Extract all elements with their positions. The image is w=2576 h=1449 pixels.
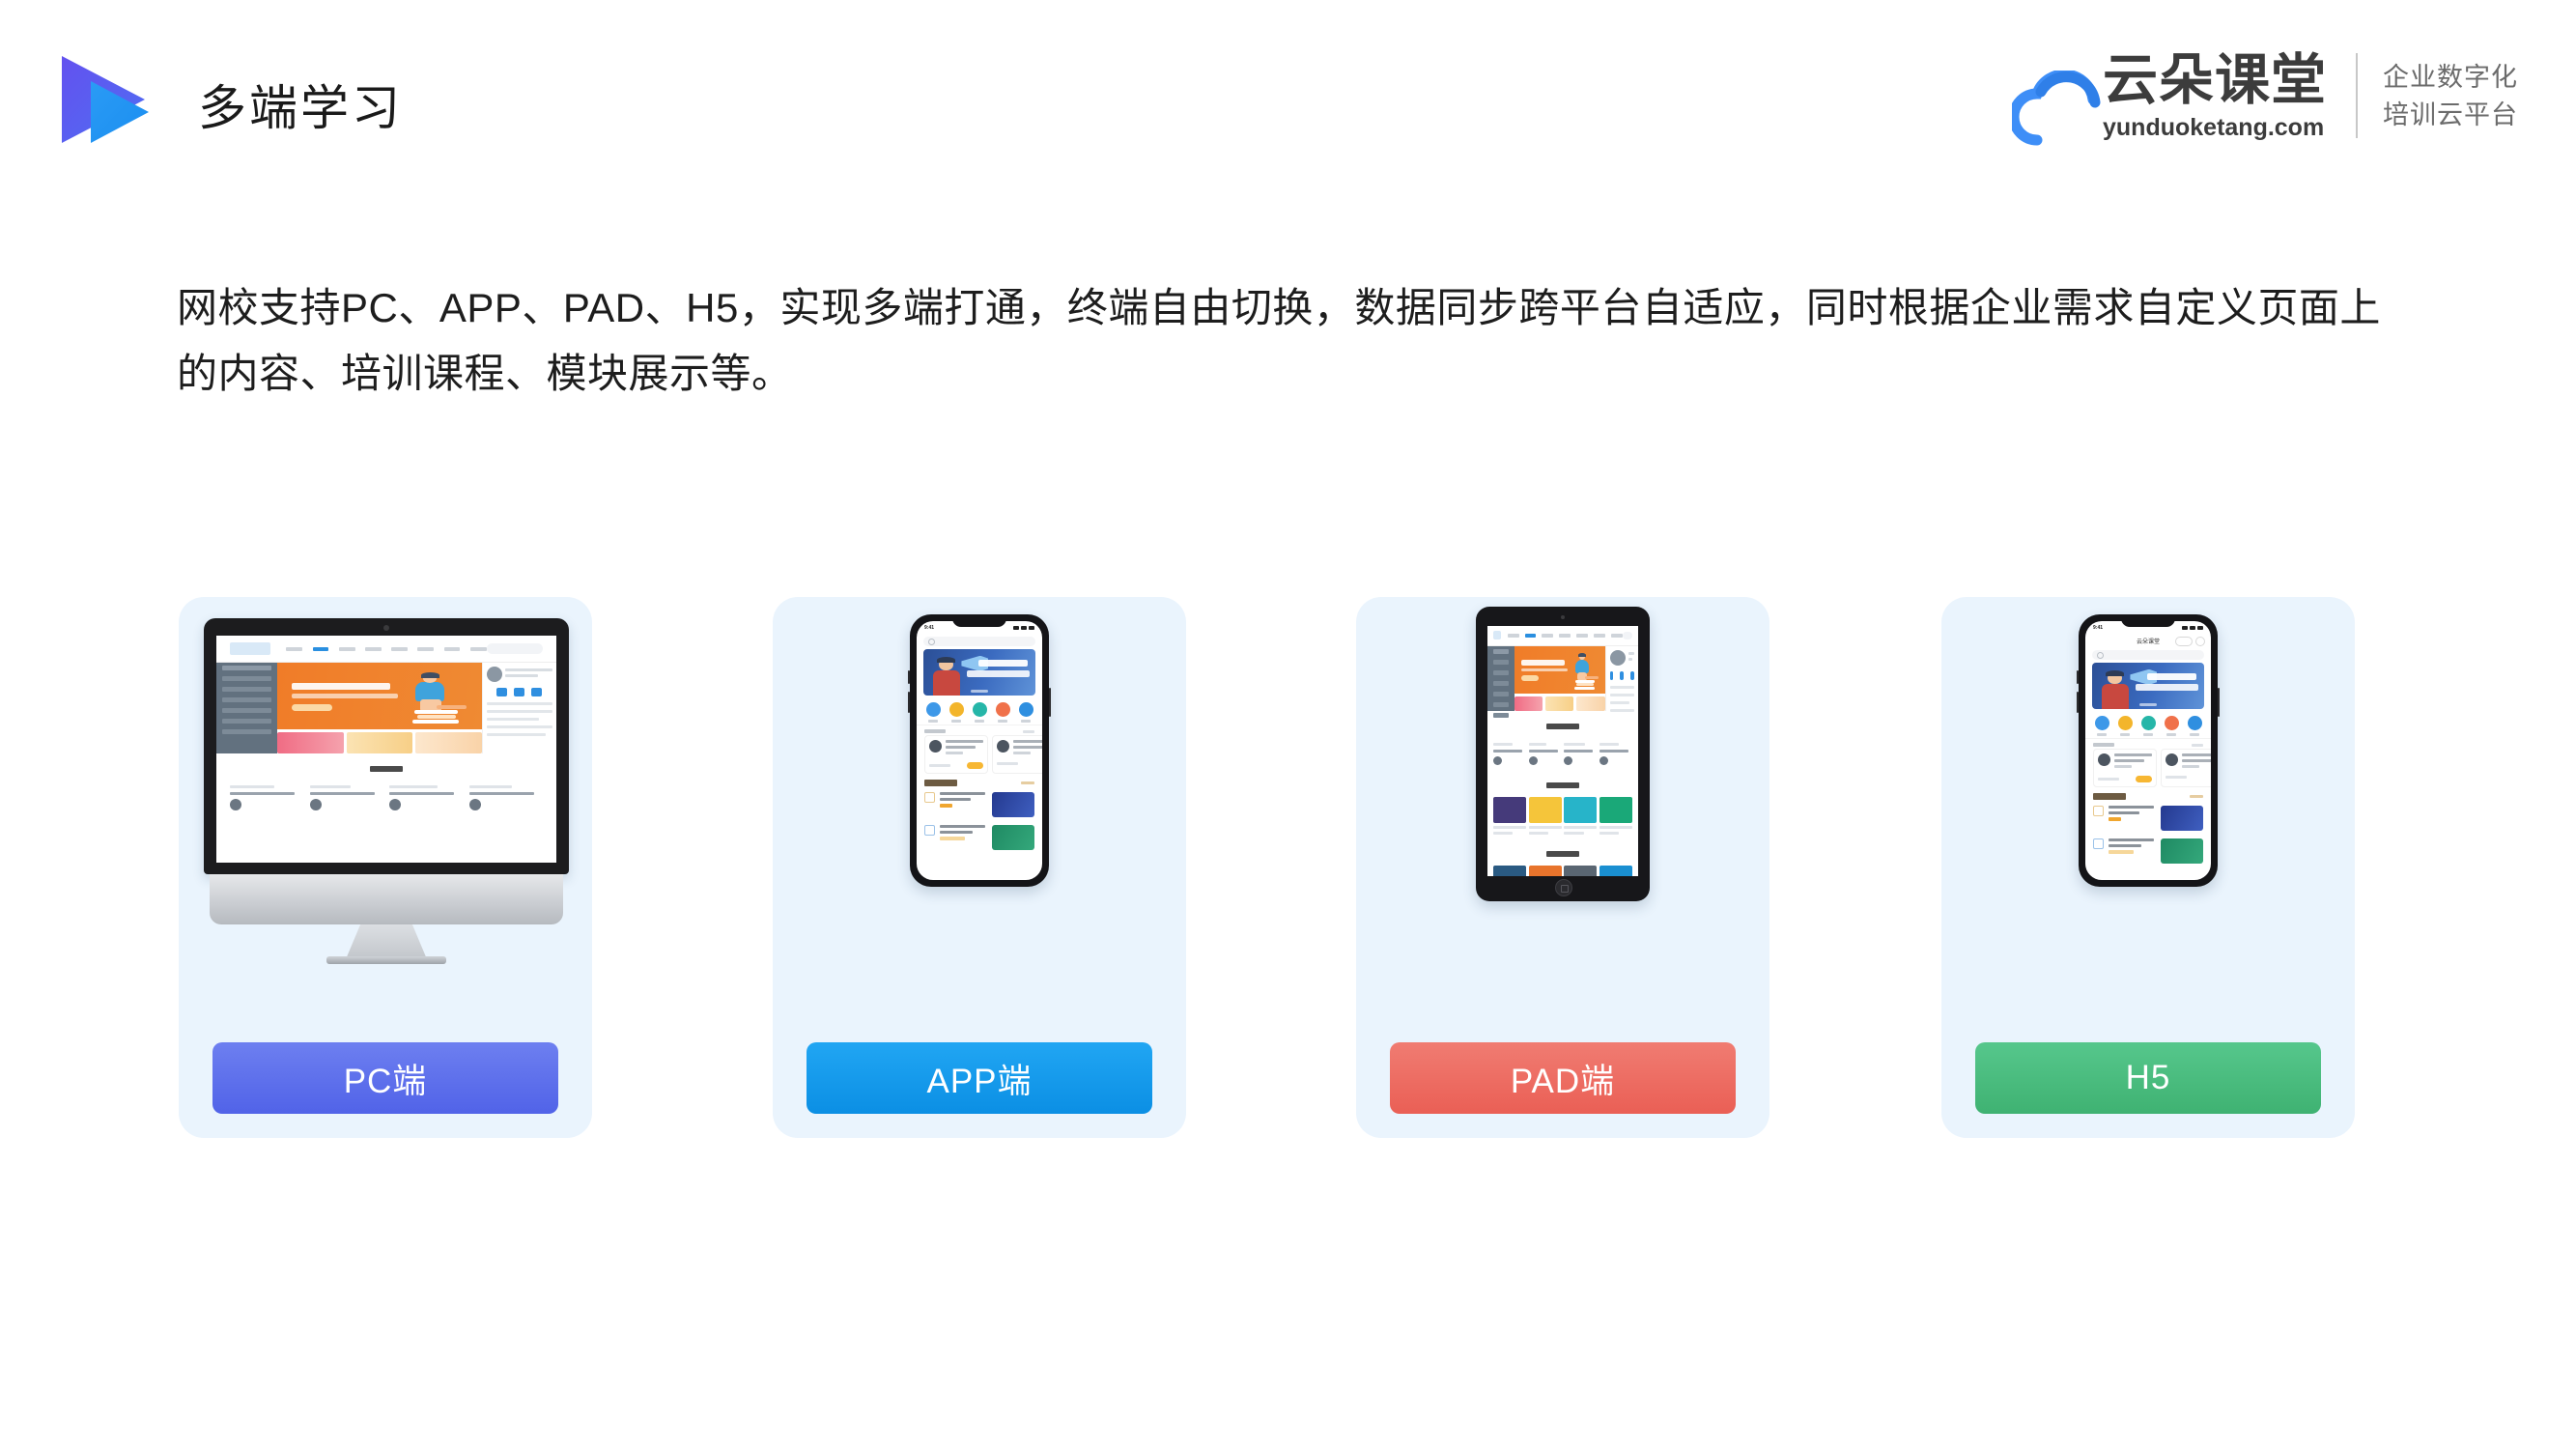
site-promo-banners	[277, 729, 482, 754]
h5-mini-header: 云朵课堂	[2085, 634, 2211, 647]
device-cards-row: PC端 9:41 APP端 PAD端 9:41 云朵课堂 H5	[0, 597, 2576, 1138]
brand-divider	[2356, 52, 2358, 138]
desktop-monitor-mockup	[179, 597, 592, 1032]
monitor-stand	[346, 924, 427, 959]
site-right-panel	[1604, 645, 1638, 712]
page-header: 多端学习 云朵课堂 yunduoketang.com 企业数字化 培训云平台	[0, 0, 2576, 184]
card-app[interactable]: 9:41 APP端	[773, 597, 1186, 1138]
intro-paragraph: 网校支持PC、APP、PAD、H5，实现多端打通，终端自由切换，数据同步跨平台自…	[177, 285, 2381, 397]
app-category-icons[interactable]	[917, 697, 1042, 724]
site-course-strip	[216, 781, 556, 815]
h5-category-icons[interactable]	[2085, 711, 2211, 738]
play-triangle-logo-icon	[56, 44, 162, 146]
site-course-tiles	[1487, 866, 1638, 876]
page-title: 多端学习	[198, 81, 403, 135]
site-search-box	[486, 642, 543, 655]
site-section-open-class	[1487, 711, 1638, 738]
label-button-pc[interactable]: PC端	[212, 1042, 558, 1114]
h5-search-bar[interactable]	[2092, 650, 2204, 660]
site-promo-banners	[1514, 694, 1605, 712]
site-hero-banner	[1514, 645, 1605, 694]
site-course-strip	[1487, 738, 1638, 770]
site-section-open-class	[216, 753, 556, 781]
label-button-app[interactable]: APP端	[807, 1042, 1152, 1114]
tablet-mockup	[1356, 597, 1769, 1032]
card-h5[interactable]: 9:41 云朵课堂 H5	[1941, 597, 2355, 1138]
monitor-chin	[210, 874, 563, 924]
label-button-h5[interactable]: H5	[1975, 1042, 2321, 1114]
phone-notch	[952, 614, 1006, 627]
site-hero-banner	[277, 663, 482, 729]
wechat-capsule-buttons[interactable]	[2175, 637, 2205, 646]
app-open-class-cards	[917, 735, 1042, 774]
h5-section-open-class	[2085, 738, 2211, 749]
app-course-item	[917, 788, 1042, 821]
site-logo	[1493, 631, 1501, 640]
status-time: 9:41	[2093, 624, 2104, 631]
smartphone-mockup-app: 9:41	[773, 597, 1186, 1032]
app-section-open-class	[917, 724, 1042, 735]
h5-banner	[2092, 663, 2204, 709]
webcam-icon	[383, 625, 389, 631]
tablet-camera-icon	[1561, 615, 1565, 619]
h5-open-class-cards	[2085, 749, 2211, 787]
card-pad[interactable]: PAD端	[1356, 597, 1769, 1138]
site-section-courses	[1487, 838, 1638, 866]
site-sidebar	[216, 663, 278, 754]
site-search-box	[1622, 631, 1632, 639]
app-banner	[923, 649, 1035, 696]
smartphone-mockup-h5: 9:41 云朵课堂	[1941, 597, 2355, 1032]
brand-tagline-1: 企业数字化	[2383, 63, 2518, 93]
h5-course-item	[2085, 802, 2211, 835]
monitor-base	[326, 956, 446, 964]
app-search-bar[interactable]	[923, 637, 1035, 646]
app-course-item	[917, 821, 1042, 854]
label-button-pad[interactable]: PAD端	[1390, 1042, 1736, 1114]
brand-name-en: yunduoketang.com	[2103, 113, 2325, 141]
h5-section-recommended	[2085, 787, 2211, 802]
site-section-recommended	[1487, 770, 1638, 797]
cloud-icon	[2008, 69, 2101, 146]
tablet-home-button[interactable]	[1555, 879, 1572, 896]
mini-program-title: 云朵课堂	[2136, 639, 2160, 645]
status-time: 9:41	[924, 624, 935, 631]
card-pc[interactable]: PC端	[179, 597, 592, 1138]
brand-name-cn: 云朵课堂	[2103, 48, 2327, 111]
site-nav-items	[1507, 633, 1623, 638]
brand-tagline-2: 培训云平台	[2383, 99, 2518, 129]
h5-course-item	[2085, 835, 2211, 867]
site-recommended-tiles	[1487, 797, 1638, 838]
brand-block: 云朵课堂 yunduoketang.com 企业数字化 培训云平台	[2008, 46, 2518, 148]
site-nav-items	[286, 646, 487, 651]
phone-notch	[2121, 614, 2175, 627]
site-logo	[230, 642, 271, 655]
site-sidebar	[1487, 645, 1515, 718]
site-right-panel	[481, 663, 556, 754]
app-section-recommended	[917, 774, 1042, 788]
